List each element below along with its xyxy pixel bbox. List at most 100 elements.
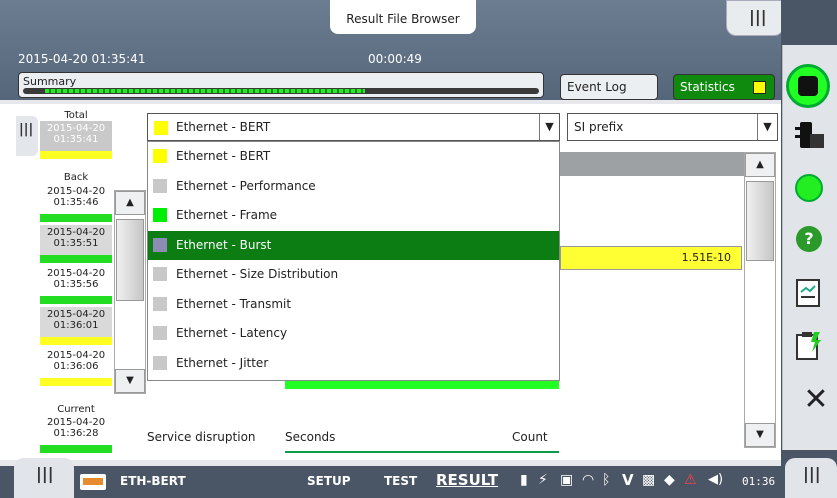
dropdown-option[interactable]: Ethernet - Transmit xyxy=(148,290,559,319)
bottom-right-handle[interactable]: ||| xyxy=(785,458,837,498)
left-panel-handle[interactable]: ||| xyxy=(16,116,38,156)
history-scrollbar[interactable]: ▲ ▼ xyxy=(114,190,146,394)
close-icon[interactable]: ✕ xyxy=(796,382,836,422)
option-color-swatch xyxy=(153,355,167,370)
summary-progress xyxy=(23,88,539,94)
option-label: Ethernet - Burst xyxy=(176,237,272,252)
count-label: Count xyxy=(512,430,548,444)
table-scroll-thumb[interactable] xyxy=(746,181,774,261)
grip-icon: ||| xyxy=(36,464,54,483)
tab-result[interactable]: RESULT xyxy=(436,471,498,489)
grip-icon: ||| xyxy=(19,122,34,137)
history-entry[interactable]: 2015-04-20 01:35:56 xyxy=(40,266,112,304)
total-timestamp: 2015-04-20 01:35:41 xyxy=(40,121,112,151)
history-entry-date: 2015-04-20 xyxy=(46,227,106,238)
dropdown-option[interactable]: Ethernet - Frame xyxy=(148,201,559,230)
history-entry-time: 01:35:56 xyxy=(53,279,99,290)
option-label: Ethernet - Jitter xyxy=(176,355,269,370)
option-label: Ethernet - Frame xyxy=(176,208,278,222)
app-module-icon xyxy=(80,474,106,490)
history-entry[interactable]: 2015-04-20 01:35:46 xyxy=(40,184,112,222)
option-color-swatch xyxy=(153,326,167,340)
history-entry-date: 2015-04-20 xyxy=(46,309,106,320)
history-current[interactable]: Current 2015-04-20 01:36:28 xyxy=(40,404,112,453)
table-header xyxy=(560,152,744,176)
statistics-label: Statistics xyxy=(680,80,735,94)
scroll-up-icon[interactable]: ▲ xyxy=(115,191,145,215)
dropdown-option[interactable]: Ethernet - Performance xyxy=(148,172,559,201)
test-start-time: 2015-04-20 01:35:41 xyxy=(18,52,146,66)
history-back-label: Back xyxy=(63,172,89,183)
clipboard-icon[interactable] xyxy=(794,330,834,370)
ber-value-cell: 1.51E-10 xyxy=(560,246,742,270)
report-icon[interactable] xyxy=(794,278,834,318)
option-color-swatch xyxy=(153,149,167,163)
v-icon: V xyxy=(622,471,634,489)
event-log-button[interactable]: Event Log xyxy=(560,74,658,100)
history-entry-time: 01:36:01 xyxy=(53,320,99,331)
result-view-select[interactable]: Ethernet - BERT ▼ xyxy=(147,113,560,141)
seconds-underline xyxy=(285,451,559,453)
remote-icon: ▩ xyxy=(642,472,656,488)
history-entry-status-bar xyxy=(40,296,112,304)
statistics-indicator xyxy=(753,81,766,94)
statistics-button[interactable]: Statistics xyxy=(673,74,775,100)
history-entry-date: 2015-04-20 xyxy=(46,186,106,197)
tab-setup[interactable]: SETUP xyxy=(307,474,351,488)
dropdown-option[interactable]: Ethernet - Burst xyxy=(148,230,559,260)
history-entry[interactable]: 2015-04-20 01:36:01 xyxy=(40,307,112,345)
scroll-up-icon[interactable]: ▲ xyxy=(745,153,775,177)
current-status-bar xyxy=(40,445,112,453)
prefix-select[interactable]: SI prefix ▼ xyxy=(567,113,778,141)
option-label: Ethernet - Latency xyxy=(176,326,288,340)
scroll-down-icon[interactable]: ▼ xyxy=(745,423,775,447)
battery-icon: ▮ xyxy=(520,472,528,488)
history-entry[interactable]: 2015-04-20 01:35:51 xyxy=(40,225,112,263)
history-entry-timestamp: 2015-04-20 01:36:06 xyxy=(40,348,112,378)
bottom-nav-bar: ETH-BERT SETUP TEST RESULT ▮ ⚡ ▣ ◠ ᛒ V ▩… xyxy=(0,466,790,498)
history-entry-time: 01:36:06 xyxy=(53,361,99,372)
current-time: 01:36:28 xyxy=(53,428,99,439)
history-entry-status-bar xyxy=(40,337,112,345)
prefix-label: SI prefix xyxy=(574,120,624,134)
table-scrollbar[interactable]: ▲ ▼ xyxy=(744,152,776,448)
traffic-light-icon[interactable] xyxy=(792,118,832,158)
history-total[interactable]: Total 2015-04-20 01:35:41 xyxy=(40,110,112,159)
bottom-left-handle[interactable]: ||| xyxy=(14,458,74,498)
seconds-label: Seconds xyxy=(285,430,336,444)
network-alert-icon: ⚠ xyxy=(684,472,697,488)
history-entry[interactable]: 2015-04-20 01:36:06 xyxy=(40,348,112,386)
service-disruption-label: Service disruption xyxy=(147,430,256,444)
summary-button[interactable]: Summary xyxy=(18,72,544,98)
top-menu-handle[interactable]: ||| xyxy=(726,0,784,36)
dropdown-arrow-icon[interactable]: ▼ xyxy=(539,114,559,140)
system-clock: 01:36 xyxy=(742,475,776,488)
tab-test[interactable]: TEST xyxy=(384,474,417,488)
grip-icon: ||| xyxy=(749,7,767,26)
scroll-down-icon[interactable]: ▼ xyxy=(115,369,145,393)
dropdown-option[interactable]: Ethernet - Latency xyxy=(148,319,559,348)
dropdown-option[interactable]: Ethernet - Jitter xyxy=(148,349,559,378)
elapsed-time: 00:00:49 xyxy=(368,52,422,66)
screen-icon: ▣ xyxy=(560,472,574,488)
grip-icon: ||| xyxy=(803,464,821,483)
dropdown-option[interactable]: Ethernet - Size Distribution xyxy=(148,260,559,289)
window-title: Result File Browser xyxy=(330,0,476,34)
start-stop-icon[interactable] xyxy=(786,64,830,108)
dropdown-options-list: Ethernet - BERT Ethernet - Performance Eth… xyxy=(147,141,560,381)
summary-progress-fill xyxy=(45,89,365,93)
total-label: Total xyxy=(64,110,88,121)
app-name: ETH-BERT xyxy=(120,474,186,488)
selected-view-label: Ethernet - BERT xyxy=(176,120,271,134)
current-date: 2015-04-20 xyxy=(46,417,106,428)
satellite-icon: ◆ xyxy=(664,472,675,488)
help-icon[interactable]: ? xyxy=(796,226,822,252)
option-color-swatch xyxy=(153,296,167,311)
selected-color-swatch xyxy=(154,121,168,135)
status-led-icon[interactable] xyxy=(795,174,823,202)
history-scroll-thumb[interactable] xyxy=(116,219,144,301)
dropdown-arrow-icon[interactable]: ▼ xyxy=(757,114,777,140)
current-label: Current xyxy=(57,404,95,415)
option-label: Ethernet - Transmit xyxy=(176,296,292,311)
dropdown-option[interactable]: Ethernet - BERT xyxy=(148,142,559,171)
